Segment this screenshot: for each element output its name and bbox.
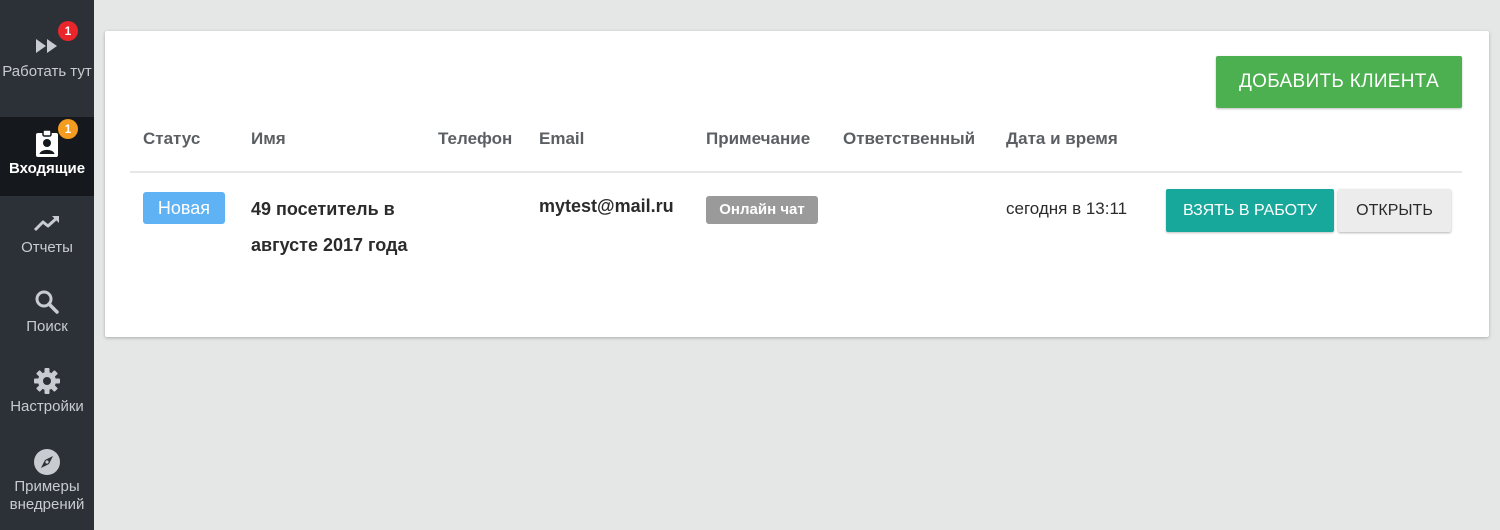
clipboard-user-icon xyxy=(0,129,94,159)
sidebar-item-label: Входящие xyxy=(8,160,86,177)
sidebar: 1 Работать тут 1 Входящие Отчеты Поиск Н… xyxy=(0,0,94,530)
notification-badge: 1 xyxy=(58,119,78,139)
open-button[interactable]: ОТКРЫТЬ xyxy=(1338,189,1451,232)
column-header-name: Имя xyxy=(251,129,286,148)
sidebar-item-examples[interactable]: Примеры внедрений xyxy=(0,433,94,530)
column-header-datetime: Дата и время xyxy=(1006,129,1118,148)
note-badge: Онлайн чат xyxy=(706,196,818,224)
client-name: 49 посетитель в августе 2017 года xyxy=(251,199,408,255)
sidebar-item-label: Отчеты xyxy=(21,239,73,256)
sidebar-item-label: Примеры внедрений xyxy=(9,478,85,513)
trending-up-icon xyxy=(0,208,94,238)
take-to-work-button[interactable]: ВЗЯТЬ В РАБОТУ xyxy=(1166,189,1334,232)
sidebar-item-reports[interactable]: Отчеты xyxy=(0,196,94,275)
gear-icon xyxy=(0,366,94,396)
sidebar-item-label: Настройки xyxy=(10,398,84,415)
client-datetime: сегодня в 13:11 xyxy=(1006,199,1128,218)
column-header-note: Примечание xyxy=(706,129,811,148)
column-header-email: Email xyxy=(539,129,585,148)
notification-badge: 1 xyxy=(58,21,78,41)
client-email: mytest@mail.ru xyxy=(539,196,674,216)
column-header-status: Статус xyxy=(143,129,201,148)
add-client-button[interactable]: ДОБАВИТЬ КЛИЕНТА xyxy=(1216,56,1462,108)
sidebar-item-inbox[interactable]: 1 Входящие xyxy=(0,117,94,196)
column-header-responsible: Ответственный xyxy=(843,129,976,148)
status-badge: Новая xyxy=(143,192,225,224)
table-header-divider xyxy=(130,171,1462,173)
sidebar-item-search[interactable]: Поиск xyxy=(0,275,94,354)
fast-forward-icon xyxy=(0,31,94,61)
sidebar-item-work-here[interactable]: 1 Работать тут xyxy=(0,17,94,96)
search-icon xyxy=(0,287,94,317)
clients-panel: ДОБАВИТЬ КЛИЕНТА Статус Имя Телефон Emai… xyxy=(105,31,1489,337)
column-header-phone: Телефон xyxy=(438,129,513,148)
sidebar-item-settings[interactable]: Настройки xyxy=(0,354,94,433)
compass-icon xyxy=(0,447,94,477)
sidebar-item-label: Поиск xyxy=(26,318,68,335)
sidebar-item-label: Работать тут xyxy=(2,63,92,80)
